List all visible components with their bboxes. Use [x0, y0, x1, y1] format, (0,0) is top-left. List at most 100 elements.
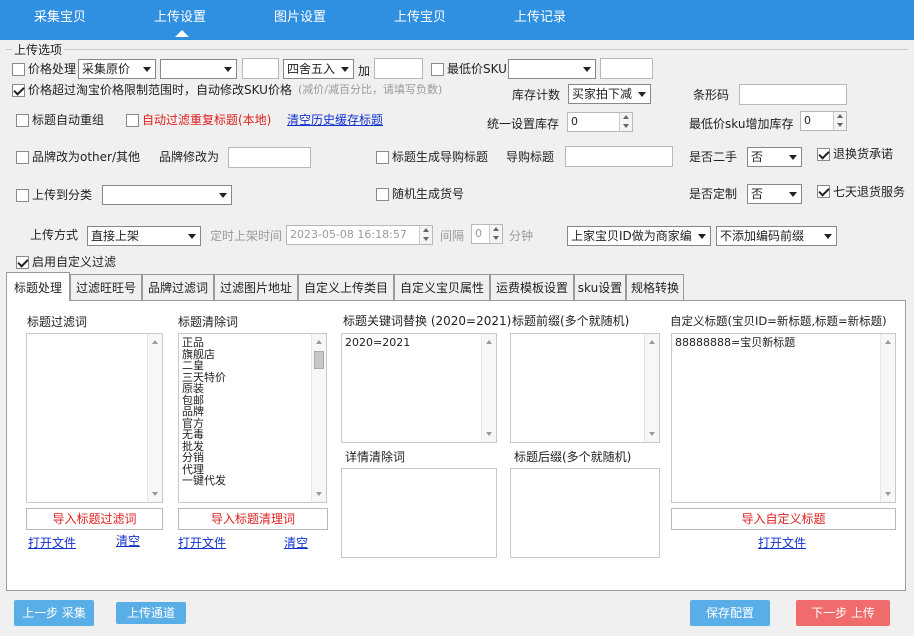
title-filter-textarea[interactable]: [26, 333, 163, 503]
title-clear-word: 一键代发: [182, 474, 226, 487]
scroll-thumb[interactable]: [314, 351, 324, 369]
auto-modify-sku-checkbox[interactable]: [12, 84, 25, 97]
upload-category-checkbox[interactable]: [16, 189, 29, 202]
tab-custom-attributes[interactable]: 自定义宝贝属性: [394, 274, 490, 301]
spin-up-icon[interactable]: [619, 113, 632, 122]
scroll-down-icon[interactable]: [486, 432, 492, 436]
scrollbar[interactable]: [481, 334, 496, 442]
unified-stock-spinner[interactable]: 0: [567, 112, 633, 132]
tab-title-process[interactable]: 标题处理: [6, 272, 70, 301]
lowest-sku-value-input[interactable]: [600, 58, 653, 79]
scroll-up-icon[interactable]: [486, 340, 492, 344]
spin-down-icon[interactable]: [489, 234, 502, 243]
code-prefix-select[interactable]: 不添加编码前缀: [716, 226, 837, 246]
scrollbar[interactable]: [311, 334, 326, 502]
tab-filter-wangwang[interactable]: 过滤旺旺号: [70, 274, 142, 301]
auto-filter-dup-checkbox[interactable]: [126, 114, 139, 127]
title-regroup-checkbox[interactable]: [16, 114, 29, 127]
clear-link-2[interactable]: 清空: [284, 535, 308, 551]
spin-down-icon[interactable]: [419, 235, 432, 244]
scroll-down-icon[interactable]: [152, 492, 158, 496]
upload-channel-button[interactable]: 上传通道: [116, 602, 186, 624]
tab-brand-filter[interactable]: 品牌过滤词: [142, 274, 214, 301]
spin-up-icon[interactable]: [489, 225, 502, 234]
merchant-code-value: 上家宝贝ID做为商家编: [571, 229, 692, 243]
price-value-input[interactable]: [242, 58, 279, 79]
return-promise-checkbox[interactable]: [817, 148, 830, 161]
rounding-select[interactable]: 四舍五入: [283, 59, 354, 79]
scrollbar[interactable]: [147, 334, 162, 502]
spin-up-icon[interactable]: [419, 226, 432, 235]
brand-modify-input[interactable]: [228, 147, 311, 168]
random-item-no-checkbox[interactable]: [376, 188, 389, 201]
lowest-sku-checkbox[interactable]: [431, 63, 444, 76]
title-guide-checkbox[interactable]: [376, 151, 389, 164]
title-clear-word: 分销: [182, 451, 204, 464]
keyword-replace-label: 标题关键词替换 (2020=2021): [343, 314, 512, 328]
nav-tab-collect[interactable]: 采集宝贝: [34, 0, 86, 36]
import-custom-title-button[interactable]: 导入自定义标题: [671, 508, 896, 530]
lowest-sku-add-stock-spinner[interactable]: 0: [800, 111, 847, 131]
second-hand-select[interactable]: 否: [747, 147, 802, 167]
title-clear-textarea[interactable]: 正品 旗舰店 二皇 三天特价 原装 包邮 品牌 官方 无毒 批发 分销 代理 一键代发: [178, 333, 327, 503]
scrollbar[interactable]: [644, 334, 659, 442]
scroll-up-icon[interactable]: [649, 340, 655, 344]
price-source-select[interactable]: 采集原价: [78, 59, 156, 79]
upload-method-select[interactable]: 直接上架: [87, 226, 201, 246]
upload-category-select[interactable]: [102, 185, 232, 205]
interval-spinner[interactable]: 0: [471, 224, 503, 244]
clear-cache-link[interactable]: 清空历史缓存标题: [287, 112, 383, 128]
custom-filter-checkbox[interactable]: [16, 256, 29, 269]
prev-step-button[interactable]: 上一步 采集: [14, 600, 94, 626]
chevron-down-icon: [341, 67, 349, 72]
prefix-textarea[interactable]: [510, 333, 660, 443]
brand-other-checkbox[interactable]: [16, 151, 29, 164]
nav-tab-image-settings[interactable]: 图片设置: [274, 0, 326, 36]
open-file-link-1[interactable]: 打开文件: [28, 535, 76, 551]
upload-options-groupbox: [6, 49, 908, 50]
nav-tab-upload-records[interactable]: 上传记录: [514, 0, 566, 36]
price-op-select[interactable]: [160, 59, 237, 79]
second-hand-label: 是否二手: [689, 150, 738, 164]
price-process-checkbox[interactable]: [12, 63, 25, 76]
add-value-input[interactable]: [374, 58, 423, 79]
spin-down-icon[interactable]: [619, 122, 632, 131]
spin-down-icon[interactable]: [833, 121, 846, 130]
nav-tab-upload-items[interactable]: 上传宝贝: [394, 0, 446, 36]
custom-title-textarea[interactable]: 88888888=宝贝新标题: [671, 333, 896, 503]
tab-freight-template[interactable]: 运费模板设置: [490, 274, 574, 301]
custom-made-select[interactable]: 否: [747, 184, 802, 204]
clear-link-1[interactable]: 清空: [116, 533, 140, 549]
second-hand-value: 否: [751, 150, 764, 164]
suffix-textarea[interactable]: [510, 468, 660, 558]
barcode-input[interactable]: [739, 84, 847, 105]
seven-day-return-checkbox[interactable]: [817, 185, 830, 198]
tab-sku-settings[interactable]: sku设置: [574, 274, 626, 301]
save-config-button[interactable]: 保存配置: [690, 600, 770, 626]
minute-label: 分钟: [509, 229, 534, 243]
guide-title-input[interactable]: [565, 146, 673, 167]
scroll-up-icon[interactable]: [885, 340, 891, 344]
barcode-label: 条形码: [693, 88, 730, 102]
scrollbar[interactable]: [880, 334, 895, 502]
tab-filter-image-url[interactable]: 过滤图片地址: [214, 274, 298, 301]
stock-count-select[interactable]: 买家拍下减: [568, 84, 651, 104]
open-file-link-2[interactable]: 打开文件: [178, 535, 226, 551]
scroll-down-icon[interactable]: [316, 492, 322, 496]
next-step-button[interactable]: 下一步 上传: [796, 600, 890, 626]
scroll-up-icon[interactable]: [316, 340, 322, 344]
merchant-code-select[interactable]: 上家宝贝ID做为商家编: [567, 226, 711, 246]
tab-custom-category[interactable]: 自定义上传类目: [298, 274, 394, 301]
spin-up-icon[interactable]: [833, 112, 846, 121]
detail-clear-textarea[interactable]: [341, 468, 497, 558]
import-title-filter-button[interactable]: 导入标题过滤词: [26, 508, 163, 530]
open-file-link-3[interactable]: 打开文件: [758, 535, 806, 551]
scroll-up-icon[interactable]: [152, 340, 158, 344]
lowest-sku-select[interactable]: [508, 59, 596, 79]
keyword-replace-textarea[interactable]: 2020=2021: [341, 333, 497, 443]
scroll-down-icon[interactable]: [885, 492, 891, 496]
import-title-clear-button[interactable]: 导入标题清理词: [178, 508, 328, 530]
scroll-down-icon[interactable]: [649, 432, 655, 436]
tab-spec-convert[interactable]: 规格转换: [626, 274, 684, 301]
scheduled-time-picker[interactable]: 2023-05-08 16:18:57: [286, 225, 433, 245]
